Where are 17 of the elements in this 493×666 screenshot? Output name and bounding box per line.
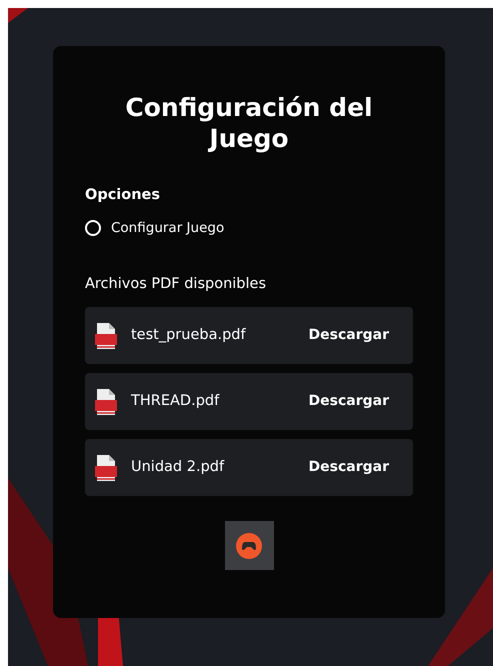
file-name: THREAD.pdf <box>131 392 220 411</box>
gamepad-icon <box>236 532 262 559</box>
download-link[interactable]: Descargar <box>308 391 389 412</box>
pdf-file-icon <box>95 454 117 481</box>
section-heading: Opciones <box>85 186 162 204</box>
section-heading: Archivos PDF disponibles <box>85 274 268 294</box>
radio-option[interactable]: Configurar Juego <box>85 218 413 238</box>
file-name: Unidad 2.pdf <box>131 458 226 477</box>
pdf-file-icon <box>95 322 117 349</box>
background-stripe <box>8 8 28 23</box>
pdf-file-icon <box>95 388 117 415</box>
download-link[interactable]: Descargar <box>308 457 389 478</box>
game-button[interactable] <box>224 521 274 570</box>
file-name: test_prueba.pdf <box>131 326 247 345</box>
card-title: Configuración del Juego <box>124 92 374 154</box>
download-link[interactable]: Descargar <box>308 325 389 346</box>
radio-button[interactable] <box>85 220 101 236</box>
